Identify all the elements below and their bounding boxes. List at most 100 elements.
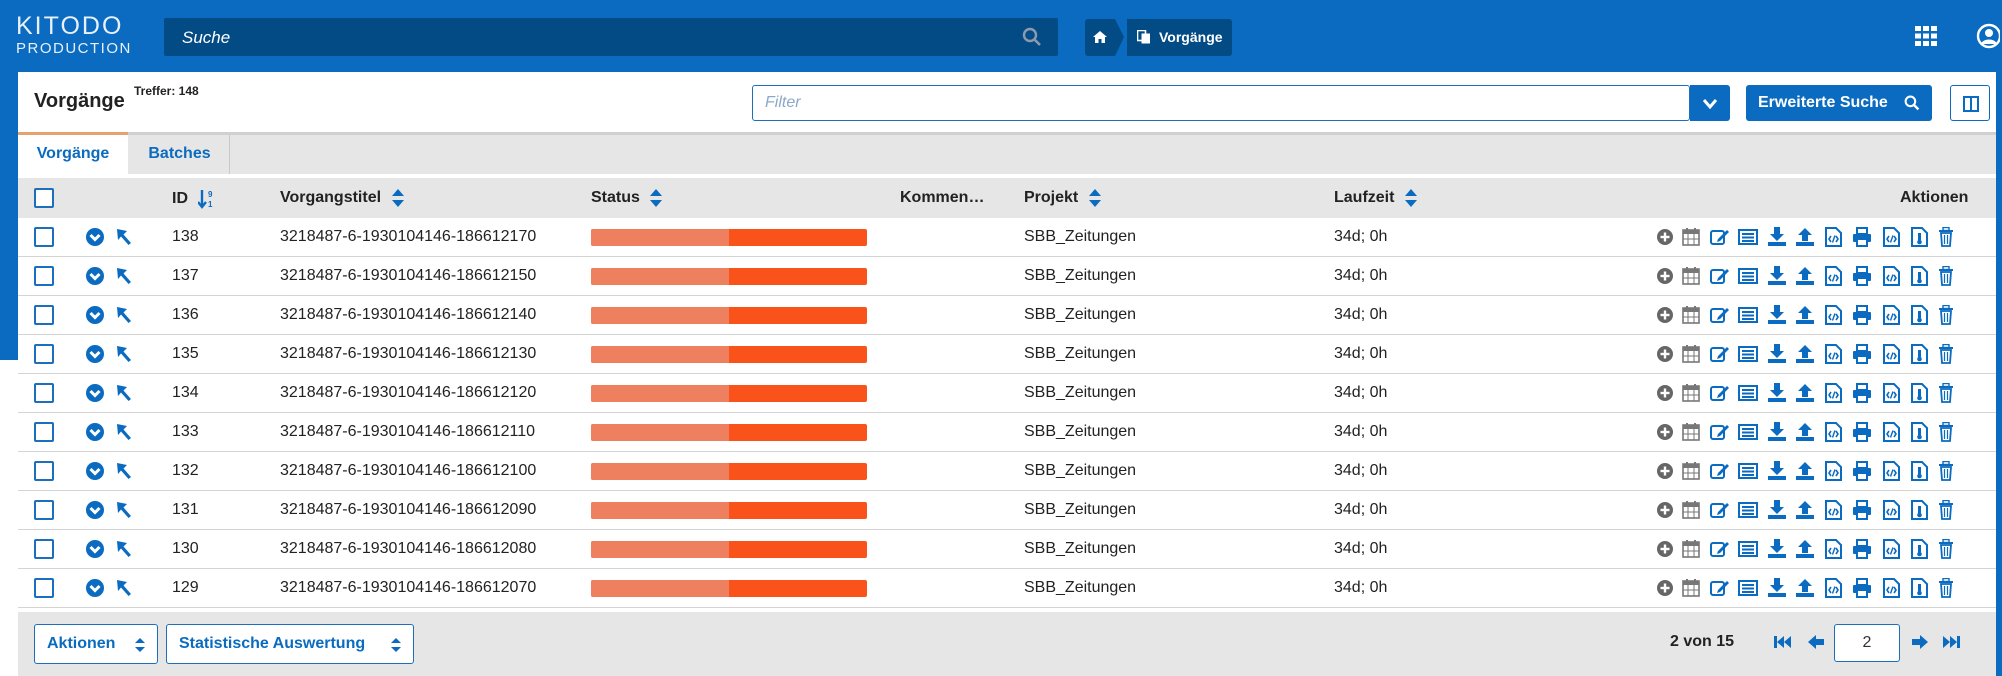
file-export-icon[interactable] — [1910, 305, 1930, 325]
list-icon[interactable] — [1738, 578, 1758, 598]
row-checkbox[interactable] — [34, 461, 54, 481]
upload-icon[interactable] — [1796, 461, 1816, 481]
row-title[interactable]: 3218487-6-1930104146-186612140 — [280, 306, 536, 324]
trash-icon[interactable] — [1938, 539, 1958, 559]
add-circle-icon[interactable] — [1656, 266, 1676, 286]
calendar-icon[interactable] — [1682, 422, 1702, 442]
row-title[interactable]: 3218487-6-1930104146-186612080 — [280, 540, 536, 558]
add-circle-icon[interactable] — [1656, 539, 1676, 559]
calendar-icon[interactable] — [1682, 383, 1702, 403]
file-code-alt-icon[interactable] — [1882, 539, 1902, 559]
file-code-alt-icon[interactable] — [1882, 422, 1902, 442]
add-circle-icon[interactable] — [1656, 344, 1676, 364]
add-circle-icon[interactable] — [1656, 227, 1676, 247]
file-code-icon[interactable] — [1824, 227, 1844, 247]
row-checkbox[interactable] — [34, 539, 54, 559]
calendar-icon[interactable] — [1682, 344, 1702, 364]
file-code-icon[interactable] — [1824, 383, 1844, 403]
trash-icon[interactable] — [1938, 578, 1958, 598]
column-header-duration[interactable]: Laufzeit — [1334, 189, 1417, 207]
table-row[interactable]: 132 3218487-6-1930104146-186612100 SBB_Zei… — [18, 452, 1996, 491]
table-row[interactable]: 133 3218487-6-1930104146-186612110 SBB_Zei… — [18, 413, 1996, 452]
edit-icon[interactable] — [1710, 578, 1730, 598]
file-export-icon[interactable] — [1910, 422, 1930, 442]
download-icon[interactable] — [1768, 578, 1788, 598]
row-title[interactable]: 3218487-6-1930104146-186612130 — [280, 345, 536, 363]
table-row[interactable]: 129 3218487-6-1930104146-186612070 SBB_Zei… — [18, 569, 1996, 608]
select-all-checkbox[interactable] — [34, 188, 54, 208]
file-code-alt-icon[interactable] — [1882, 500, 1902, 520]
file-code-alt-icon[interactable] — [1882, 578, 1902, 598]
row-checkbox[interactable] — [34, 305, 54, 325]
download-icon[interactable] — [1768, 266, 1788, 286]
expand-row-icon[interactable] — [85, 266, 105, 286]
table-row[interactable]: 137 3218487-6-1930104146-186612150 SBB_Zei… — [18, 257, 1996, 296]
print-icon[interactable] — [1852, 383, 1872, 403]
list-icon[interactable] — [1738, 422, 1758, 442]
trash-icon[interactable] — [1938, 383, 1958, 403]
upload-icon[interactable] — [1796, 383, 1816, 403]
file-code-alt-icon[interactable] — [1882, 344, 1902, 364]
upload-icon[interactable] — [1796, 305, 1816, 325]
list-icon[interactable] — [1738, 461, 1758, 481]
upload-icon[interactable] — [1796, 227, 1816, 247]
edit-icon[interactable] — [1710, 461, 1730, 481]
trash-icon[interactable] — [1938, 461, 1958, 481]
sort-icon[interactable] — [1404, 189, 1417, 207]
file-export-icon[interactable] — [1910, 227, 1930, 247]
print-icon[interactable] — [1852, 422, 1872, 442]
download-icon[interactable] — [1768, 305, 1788, 325]
file-code-alt-icon[interactable] — [1882, 266, 1902, 286]
upload-icon[interactable] — [1796, 539, 1816, 559]
add-circle-icon[interactable] — [1656, 500, 1676, 520]
next-page-icon[interactable] — [1912, 634, 1928, 650]
file-export-icon[interactable] — [1910, 383, 1930, 403]
trash-icon[interactable] — [1938, 500, 1958, 520]
filter-input[interactable]: Filter — [752, 85, 1690, 121]
download-icon[interactable] — [1768, 422, 1788, 442]
edit-icon[interactable] — [1710, 266, 1730, 286]
expand-row-icon[interactable] — [85, 305, 105, 325]
calendar-icon[interactable] — [1682, 305, 1702, 325]
row-checkbox[interactable] — [34, 344, 54, 364]
row-title[interactable]: 3218487-6-1930104146-186612120 — [280, 384, 536, 402]
file-export-icon[interactable] — [1910, 539, 1930, 559]
column-header-project[interactable]: Projekt — [1024, 189, 1101, 207]
expand-row-icon[interactable] — [85, 578, 105, 598]
statistics-select[interactable]: Statistische Auswertung — [166, 624, 414, 664]
table-row[interactable]: 134 3218487-6-1930104146-186612120 SBB_Zei… — [18, 374, 1996, 413]
row-checkbox[interactable] — [34, 266, 54, 286]
expand-row-icon[interactable] — [85, 461, 105, 481]
sort-ascending-icon[interactable]: 91 — [198, 189, 214, 209]
edit-icon[interactable] — [1710, 305, 1730, 325]
file-code-alt-icon[interactable] — [1882, 383, 1902, 403]
print-icon[interactable] — [1852, 227, 1872, 247]
tab-batches[interactable]: Batches — [130, 135, 230, 174]
print-icon[interactable] — [1852, 539, 1872, 559]
open-metadata-icon[interactable] — [116, 579, 132, 597]
trash-icon[interactable] — [1938, 305, 1958, 325]
page-number-input[interactable]: 2 — [1834, 624, 1900, 662]
add-circle-icon[interactable] — [1656, 422, 1676, 442]
calendar-icon[interactable] — [1682, 539, 1702, 559]
column-header-status[interactable]: Status — [591, 189, 663, 207]
expand-row-icon[interactable] — [85, 383, 105, 403]
file-export-icon[interactable] — [1910, 500, 1930, 520]
table-row[interactable]: 138 3218487-6-1930104146-186612170 SBB_Zei… — [18, 218, 1996, 257]
open-metadata-icon[interactable] — [116, 228, 132, 246]
table-row[interactable]: 131 3218487-6-1930104146-186612090 SBB_Zei… — [18, 491, 1996, 530]
download-icon[interactable] — [1768, 539, 1788, 559]
calendar-icon[interactable] — [1682, 227, 1702, 247]
global-search-input[interactable]: Suche — [164, 18, 1058, 56]
expand-row-icon[interactable] — [85, 500, 105, 520]
trash-icon[interactable] — [1938, 422, 1958, 442]
open-metadata-icon[interactable] — [116, 306, 132, 324]
table-row[interactable]: 135 3218487-6-1930104146-186612130 SBB_Zei… — [18, 335, 1996, 374]
column-header-comments[interactable]: Kommen… — [900, 189, 984, 207]
edit-icon[interactable] — [1710, 227, 1730, 247]
row-title[interactable]: 3218487-6-1930104146-186612170 — [280, 228, 536, 246]
actions-select[interactable]: Aktionen — [34, 624, 158, 664]
row-checkbox[interactable] — [34, 500, 54, 520]
kitodo-logo[interactable]: KITODO PRODUCTION — [16, 14, 132, 57]
row-title[interactable]: 3218487-6-1930104146-186612090 — [280, 501, 536, 519]
